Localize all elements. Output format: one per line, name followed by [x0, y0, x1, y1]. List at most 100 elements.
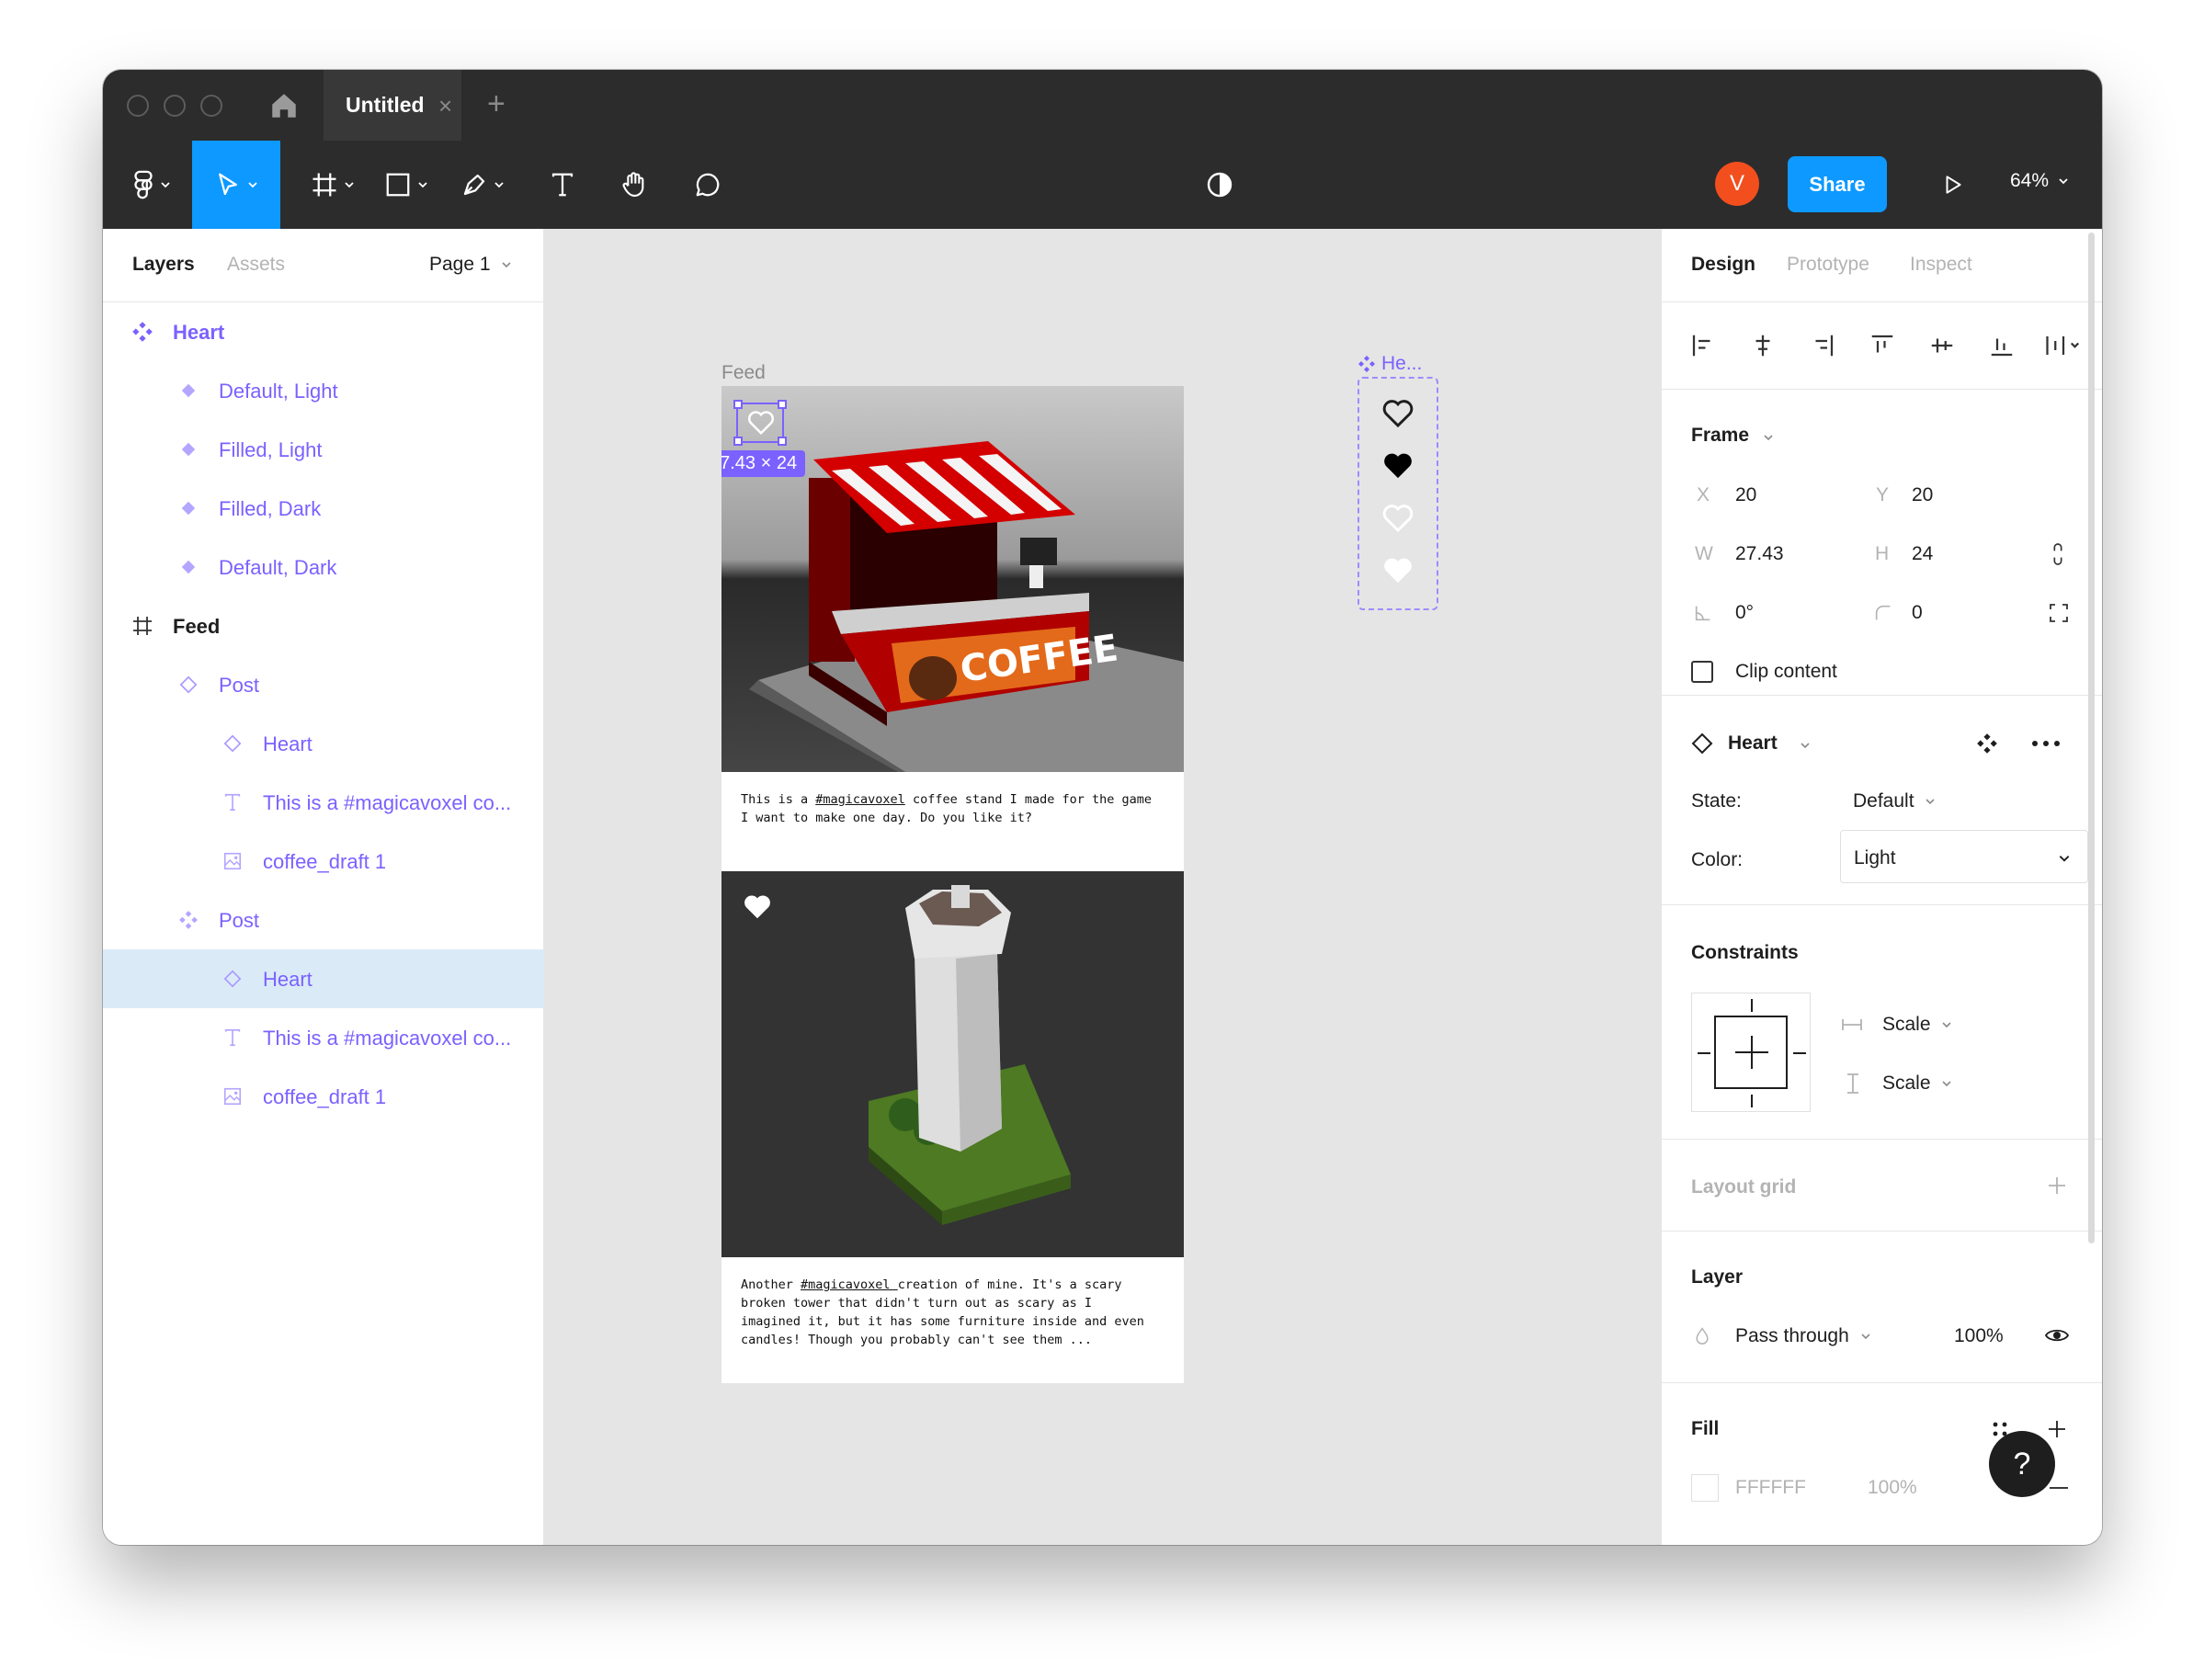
layer-row[interactable]: Heart — [103, 302, 544, 361]
hashtag-link[interactable]: #magicavoxel — [815, 792, 905, 807]
independent-corners-icon[interactable] — [2048, 602, 2070, 624]
chevron-down-icon[interactable] — [1800, 740, 1811, 751]
horizontal-constraint-value: Scale — [1882, 1014, 1931, 1035]
heart-component-set[interactable] — [1358, 377, 1438, 610]
go-to-main-component-icon[interactable] — [1976, 732, 1998, 755]
instance-name[interactable]: Heart — [1728, 732, 1778, 755]
heart-filled-icon[interactable] — [1381, 451, 1414, 481]
layer-row[interactable]: This is a #magicavoxel co... — [103, 1008, 544, 1067]
layer-row[interactable]: Default, Dark — [103, 538, 544, 596]
zoom-control[interactable]: 64% — [2010, 170, 2069, 192]
tab-design[interactable]: Design — [1691, 254, 1755, 276]
align-vertical-center-icon[interactable] — [1928, 332, 1956, 359]
align-top-icon[interactable] — [1869, 332, 1896, 359]
w-input[interactable]: 27.43 — [1735, 543, 1784, 565]
layer-section-title: Layer — [1691, 1266, 1744, 1288]
align-horizontal-center-icon[interactable] — [1749, 332, 1777, 359]
tab-prototype[interactable]: Prototype — [1787, 254, 1869, 276]
home-icon[interactable] — [268, 90, 300, 121]
tab-layers[interactable]: Layers — [132, 254, 195, 276]
minimize-window-button[interactable] — [164, 95, 186, 117]
layer-label: Heart — [263, 968, 312, 991]
clip-content-checkbox[interactable] — [1691, 661, 1713, 683]
present-play-icon[interactable] — [1941, 171, 1965, 199]
canvas[interactable]: Feed He... COFFEE 7.43 × 24 This is a #m… — [545, 229, 1661, 1545]
constrain-proportions-icon[interactable] — [2048, 542, 2068, 566]
cursor-icon — [219, 173, 237, 196]
page-selector[interactable]: Page 1 — [429, 254, 512, 276]
layer-opacity-input[interactable]: 100% — [1954, 1325, 2004, 1347]
heart-outline-icon[interactable] — [1381, 399, 1414, 428]
tab-inspect[interactable]: Inspect — [1910, 254, 1972, 276]
layer-row[interactable]: Feed — [103, 596, 544, 655]
remove-fill-icon[interactable] — [2048, 1486, 2070, 1490]
x-input[interactable]: 20 — [1735, 484, 1756, 506]
post-2-caption[interactable]: Another #magicavoxel creation of mine. I… — [741, 1276, 1144, 1349]
text-tool-button[interactable] — [535, 141, 590, 229]
feed-frame-label[interactable]: Feed — [721, 362, 766, 384]
comment-tool-button[interactable] — [680, 141, 735, 229]
h-input[interactable]: 24 — [1912, 543, 1933, 565]
user-avatar[interactable]: V — [1715, 162, 1759, 206]
layer-row[interactable]: Filled, Dark — [103, 479, 544, 538]
y-input[interactable]: 20 — [1912, 484, 1933, 506]
fill-opacity-input[interactable]: 100% — [1868, 1477, 1917, 1499]
layer-row[interactable]: coffee_draft 1 — [103, 1067, 544, 1126]
constraints-widget[interactable] — [1691, 993, 1811, 1112]
close-window-button[interactable] — [127, 95, 149, 117]
corner-radius-input[interactable]: 0 — [1912, 602, 1923, 624]
align-right-icon[interactable] — [1809, 332, 1836, 359]
rotation-input[interactable]: 0° — [1735, 602, 1754, 624]
layer-row[interactable]: Default, Light — [103, 361, 544, 420]
layer-row[interactable]: coffee_draft 1 — [103, 832, 544, 891]
layer-row[interactable]: Filled, Light — [103, 420, 544, 479]
vertical-constraint-icon — [1847, 1073, 1858, 1094]
move-tool-button[interactable] — [192, 141, 280, 229]
heart-filled-light-icon[interactable] — [742, 893, 773, 921]
layer-row[interactable]: Heart — [103, 949, 544, 1008]
horizontal-constraint-dropdown[interactable]: Scale — [1882, 1014, 1952, 1036]
post-image-coffee[interactable]: COFFEE 27.43 × 24 — [721, 386, 1184, 772]
chevron-down-icon[interactable] — [1763, 432, 1774, 443]
distribute-icon[interactable] — [2043, 332, 2084, 359]
right-panel-scrollbar[interactable] — [2088, 233, 2095, 1243]
post-image-tower[interactable] — [721, 871, 1184, 1257]
new-tab-icon[interactable]: + — [487, 86, 506, 122]
fill-color-swatch[interactable] — [1691, 1474, 1719, 1502]
blend-mode-dropdown[interactable]: Pass through — [1735, 1325, 1871, 1347]
tab-assets[interactable]: Assets — [227, 254, 285, 276]
maximize-window-button[interactable] — [200, 95, 222, 117]
feed-frame[interactable]: COFFEE 27.43 × 24 This is a #magicavoxel… — [721, 386, 1184, 1383]
heart-selection-box[interactable] — [733, 400, 787, 446]
layer-row[interactable]: Post — [103, 655, 544, 714]
hashtag-link[interactable]: #magicavoxel — [801, 1277, 898, 1292]
color-select[interactable]: Light — [1840, 830, 2088, 883]
main-menu-button[interactable] — [119, 141, 184, 229]
share-button[interactable]: Share — [1788, 156, 1887, 212]
hand-tool-button[interactable] — [607, 141, 662, 229]
state-dropdown[interactable]: Default — [1853, 790, 1936, 812]
fill-hex-input[interactable]: FFFFFF — [1735, 1477, 1806, 1499]
shape-tool-button[interactable] — [374, 141, 438, 229]
coffee-stand-image: COFFEE — [721, 386, 1184, 772]
align-left-icon[interactable] — [1689, 332, 1717, 359]
add-layout-grid-icon[interactable] — [2046, 1175, 2068, 1197]
tab-close-icon[interactable]: × — [438, 92, 452, 120]
frame-tool-button[interactable] — [301, 141, 365, 229]
align-bottom-icon[interactable] — [1988, 332, 2016, 359]
caption-text: coffee stand I made for the game — [904, 792, 1153, 807]
component-set-label[interactable]: He... — [1358, 353, 1422, 375]
visibility-eye-icon[interactable] — [2044, 1325, 2070, 1345]
theme-toggle-button[interactable] — [1192, 141, 1247, 229]
layer-row[interactable]: This is a #magicavoxel co... — [103, 773, 544, 832]
layer-row[interactable]: Post — [103, 891, 544, 949]
post-1-caption[interactable]: This is a #magicavoxel coffee stand I ma… — [741, 790, 1152, 827]
vertical-constraint-dropdown[interactable]: Scale — [1882, 1073, 1952, 1095]
add-fill-icon[interactable] — [2046, 1418, 2068, 1440]
pen-tool-button[interactable] — [450, 141, 515, 229]
layer-row[interactable]: Heart — [103, 714, 544, 773]
more-options-icon[interactable] — [2029, 738, 2062, 749]
heart-outline-dark-icon[interactable] — [1381, 504, 1414, 533]
help-button[interactable]: ? — [1989, 1431, 2055, 1497]
heart-filled-dark-icon[interactable] — [1381, 556, 1414, 585]
